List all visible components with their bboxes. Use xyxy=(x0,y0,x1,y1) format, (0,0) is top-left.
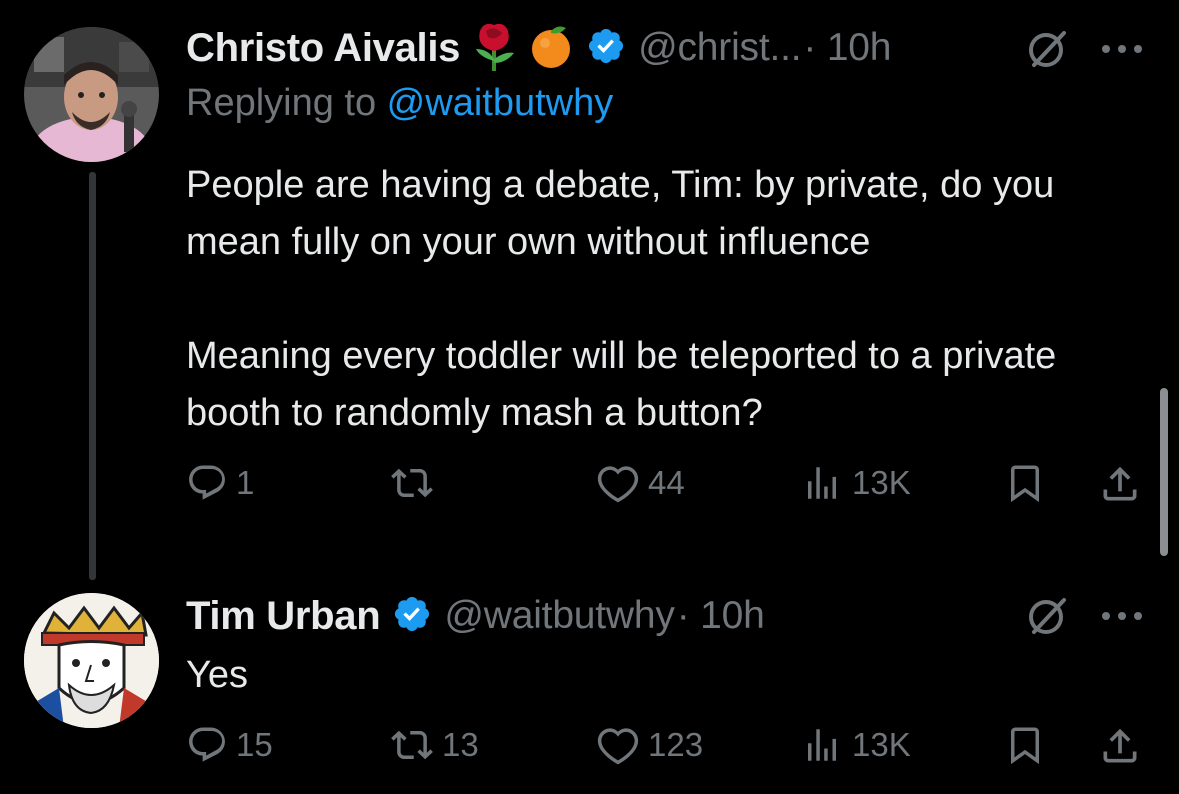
like-count: 123 xyxy=(648,726,704,763)
bookmark-button[interactable] xyxy=(1004,724,1046,766)
orange-emoji xyxy=(528,23,574,74)
views-icon xyxy=(808,729,836,761)
scrollbar[interactable] xyxy=(1160,388,1168,556)
reply-icon xyxy=(189,465,225,500)
tweet-text: Yes xyxy=(186,654,248,696)
verified-badge-icon[interactable] xyxy=(392,594,432,639)
like-button[interactable]: 44 xyxy=(596,462,685,504)
retweet-icon xyxy=(391,730,433,760)
tweet-time[interactable]: · 10h xyxy=(677,594,765,638)
retweet-icon xyxy=(391,468,433,498)
avatar-tim-image xyxy=(24,593,159,728)
views-count: 13K xyxy=(852,464,911,501)
retweet-button[interactable] xyxy=(390,462,442,504)
views-button[interactable]: 13K xyxy=(800,462,911,504)
avatar-tim[interactable] xyxy=(24,593,159,728)
views-icon xyxy=(808,467,836,499)
heart-icon xyxy=(597,466,639,503)
author-handle[interactable]: @waitbutwhy xyxy=(444,594,675,638)
author-name[interactable]: Tim Urban xyxy=(186,594,381,639)
tweet-header: Christo Aivalis @christ... · 10h xyxy=(186,22,891,74)
bookmark-button[interactable] xyxy=(1004,462,1046,504)
more-icon[interactable] xyxy=(1100,609,1144,627)
rose-emoji xyxy=(470,21,518,76)
tweet-time[interactable]: · 10h xyxy=(803,26,891,70)
share-icon xyxy=(1103,728,1137,763)
reply-button[interactable]: 15 xyxy=(186,724,273,766)
replying-to-handle[interactable]: @waitbutwhy xyxy=(387,82,614,124)
retweet-button[interactable]: 13 xyxy=(390,724,479,766)
heart-icon xyxy=(597,728,639,765)
author-handle[interactable]: @christ... xyxy=(638,26,801,70)
reply-icon xyxy=(189,727,225,762)
avatar-christo-image xyxy=(24,27,159,162)
verified-badge-icon[interactable] xyxy=(586,26,626,71)
tweet-actions: 15 13 123 13K xyxy=(0,724,1179,784)
bookmark-icon xyxy=(1011,465,1039,503)
like-button[interactable]: 123 xyxy=(596,724,703,766)
reply-count: 15 xyxy=(236,726,273,763)
more-icon[interactable] xyxy=(1100,42,1144,60)
avatar-christo[interactable] xyxy=(24,27,159,162)
share-button[interactable] xyxy=(1098,724,1142,768)
reply-button[interactable]: 1 xyxy=(186,462,254,504)
grok-icon[interactable] xyxy=(1026,27,1070,76)
replying-to-label: Replying to xyxy=(186,82,387,124)
views-button[interactable]: 13K xyxy=(800,724,911,766)
reply-count: 1 xyxy=(236,464,255,501)
views-count: 13K xyxy=(852,726,911,763)
tweet-actions: 1 44 13K xyxy=(0,462,1179,522)
tweet-header: Tim Urban @waitbutwhy · 10h xyxy=(186,590,765,642)
retweet-count: 13 xyxy=(442,726,479,763)
author-name[interactable]: Christo Aivalis xyxy=(186,26,460,71)
grok-icon[interactable] xyxy=(1026,594,1070,643)
replying-to: Replying to @waitbutwhy xyxy=(186,82,613,125)
share-icon xyxy=(1103,466,1137,501)
bookmark-icon xyxy=(1011,727,1039,765)
tweet-text: People are having a debate, Tim: by priv… xyxy=(186,164,1057,434)
share-button[interactable] xyxy=(1098,462,1142,506)
like-count: 44 xyxy=(648,464,685,501)
